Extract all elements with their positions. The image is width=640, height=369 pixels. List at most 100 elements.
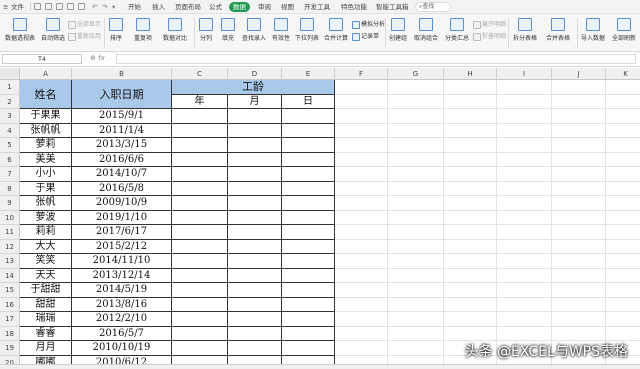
zoom-icon[interactable]: ⊕ [90,54,96,62]
empty-cell[interactable] [388,312,444,327]
empty-cell[interactable] [444,210,497,225]
subtotal-button[interactable]: 分类汇总 [443,18,471,42]
date-cell[interactable]: 2011/1/4 [72,123,172,138]
day-cell[interactable] [282,196,335,211]
empty-cell[interactable] [552,268,606,283]
empty-cell[interactable] [606,95,640,109]
dropdown-list-button[interactable]: 下拉列表 [293,18,321,42]
month-cell[interactable] [228,210,282,225]
name-cell[interactable]: 于甜甜 [20,283,72,298]
empty-cell[interactable] [497,254,552,269]
name-cell[interactable]: 笑笑 [20,254,72,269]
name-cell[interactable]: 月月 [20,341,72,356]
empty-cell[interactable] [335,109,388,124]
empty-cell[interactable] [444,268,497,283]
empty-cell[interactable] [552,152,606,167]
column-header[interactable]: K [606,68,640,80]
row-header[interactable]: 18 [0,326,20,341]
empty-cell[interactable] [497,138,552,153]
format-painter-icon[interactable] [78,3,85,10]
empty-cell[interactable] [497,326,552,341]
name-cell[interactable]: 于果果 [20,109,72,124]
validity-button[interactable]: 有效性 [270,18,292,42]
empty-cell[interactable] [606,211,640,225]
menu-icon[interactable]: ≡ [3,2,8,12]
month-cell[interactable] [228,341,282,356]
empty-cell[interactable] [606,298,640,312]
month-cell[interactable] [228,239,282,254]
year-cell[interactable] [172,254,228,269]
year-cell[interactable] [172,196,228,211]
empty-cell[interactable] [388,94,444,109]
empty-cell[interactable] [444,196,497,211]
row-header[interactable]: 5 [0,138,20,153]
empty-cell[interactable] [497,225,552,240]
day-cell[interactable] [282,297,335,312]
empty-cell[interactable] [552,297,606,312]
create-group-button[interactable]: 创建组 [387,18,409,42]
empty-cell[interactable] [497,297,552,312]
day-cell[interactable] [282,283,335,298]
day-cell[interactable] [282,326,335,341]
empty-cell[interactable] [497,283,552,298]
row-header[interactable]: 3 [0,109,20,124]
empty-cell[interactable] [606,254,640,269]
name-cell[interactable]: 萝波 [20,210,72,225]
menu-developer[interactable]: 开发工具 [304,2,330,12]
year-cell[interactable] [172,283,228,298]
empty-cell[interactable] [552,80,606,95]
month-cell[interactable] [228,123,282,138]
empty-cell[interactable] [606,167,640,182]
empty-cell[interactable] [335,196,388,211]
empty-cell[interactable] [552,225,606,240]
empty-cell[interactable] [606,153,640,167]
menu-home[interactable]: 开始 [128,2,141,12]
day-cell[interactable] [282,355,335,364]
day-cell[interactable] [282,312,335,327]
empty-cell[interactable] [444,312,497,327]
column-header[interactable]: G [388,68,444,80]
empty-cell[interactable] [606,240,640,254]
year-cell[interactable] [172,167,228,182]
year-cell[interactable] [172,138,228,153]
day-cell[interactable] [282,254,335,269]
empty-cell[interactable] [552,283,606,298]
column-header[interactable]: A [20,68,72,80]
year-cell[interactable] [172,326,228,341]
date-cell[interactable]: 2013/3/15 [72,138,172,153]
empty-cell[interactable] [497,210,552,225]
compare-button[interactable]: 数据对比 [160,18,190,42]
day-cell[interactable] [282,239,335,254]
duplicates-button[interactable]: 重复项 [130,18,156,42]
name-cell[interactable]: 甜甜 [20,297,72,312]
day-cell[interactable] [282,268,335,283]
menu-smart-toolbox[interactable]: 智能工具箱 [376,2,409,12]
column-header[interactable]: I [497,68,552,80]
empty-cell[interactable] [497,268,552,283]
date-cell[interactable]: 2014/11/10 [72,254,172,269]
empty-cell[interactable] [552,239,606,254]
date-cell[interactable]: 2013/12/14 [72,268,172,283]
row-header[interactable]: 9 [0,196,20,211]
name-cell[interactable]: 美美 [20,152,72,167]
date-cell[interactable]: 2012/2/10 [72,312,172,327]
empty-cell[interactable] [444,239,497,254]
merge-table-button[interactable]: 合并表格 [542,18,574,42]
empty-cell[interactable] [552,181,606,196]
name-cell[interactable]: 张帆 [20,196,72,211]
menu-insert[interactable]: 插入 [152,2,165,12]
day-cell[interactable] [282,181,335,196]
empty-cell[interactable] [552,326,606,341]
month-cell[interactable] [228,152,282,167]
name-cell[interactable]: 瑞瑞 [20,312,72,327]
empty-cell[interactable] [444,138,497,153]
month-cell[interactable] [228,312,282,327]
row-header[interactable]: 2 [0,94,20,109]
row-header[interactable]: 6 [0,152,20,167]
empty-cell[interactable] [388,196,444,211]
name-box[interactable]: T4 [2,54,82,64]
date-cell[interactable]: 2014/5/19 [72,283,172,298]
select-all-corner[interactable] [0,68,20,80]
name-cell[interactable]: 嘟嘟 [20,355,72,364]
empty-cell[interactable] [335,297,388,312]
